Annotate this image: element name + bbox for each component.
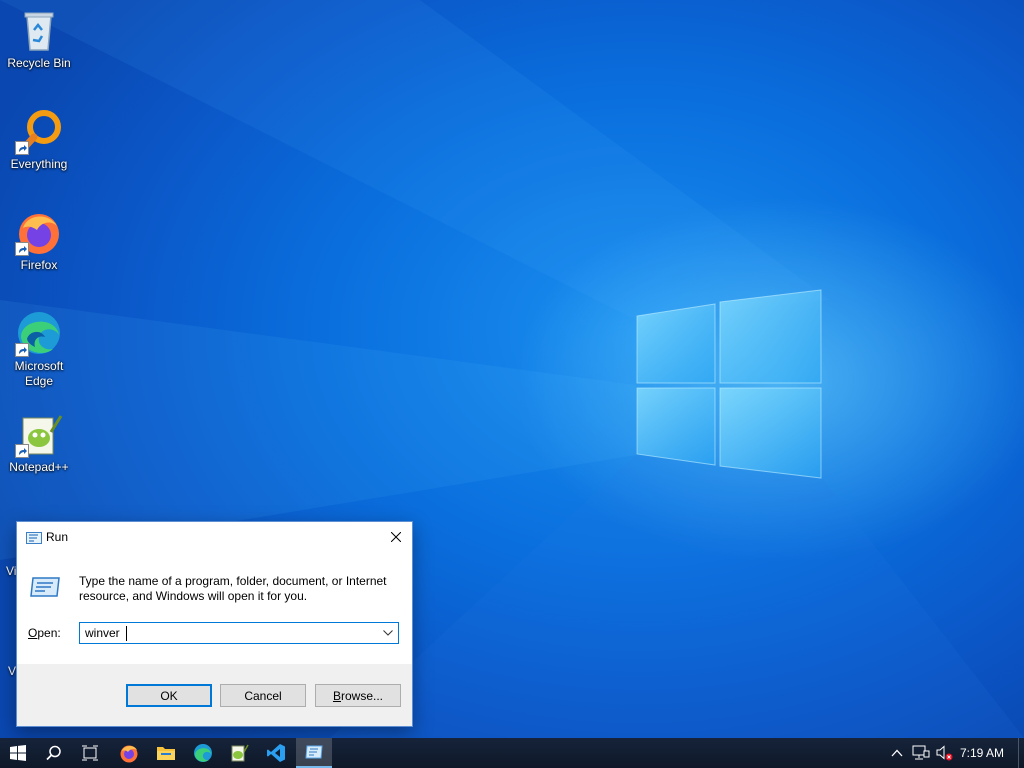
start-icon: [10, 745, 26, 761]
firefox-icon: [120, 745, 138, 763]
shortcut-arrow-icon: [15, 444, 29, 458]
desktop-icon-label: Microsoft Edge: [14, 359, 64, 388]
volume-muted-icon: [936, 745, 953, 761]
desktop-icon-firefox[interactable]: Firefox: [4, 202, 74, 273]
run-dialog: Run Type the name of a program, folder, …: [16, 521, 413, 727]
desktop-icon-label: Everything: [10, 157, 68, 171]
network-button[interactable]: [910, 738, 932, 768]
browse-button[interactable]: Browse...: [315, 684, 401, 707]
chevron-down-icon: [383, 630, 393, 636]
cancel-button[interactable]: Cancel: [220, 684, 306, 707]
run-titlebar[interactable]: Run: [17, 522, 412, 552]
desktop-icon-microsoft-edge[interactable]: Microsoft Edge: [4, 303, 74, 389]
dropdown-button[interactable]: [378, 623, 398, 643]
desktop-icon-recycle-bin[interactable]: Recycle Bin: [4, 0, 74, 71]
browse-label: rowse...: [341, 688, 384, 703]
everything-search-icon: [15, 107, 63, 155]
desktop-icon-notepad-plus-plus[interactable]: Notepad++: [4, 404, 74, 475]
recycle-bin-icon: [15, 6, 63, 54]
taskbar-edge[interactable]: [185, 738, 221, 768]
open-label: Open:: [28, 626, 61, 640]
notepad-plus-plus-icon: [15, 410, 63, 458]
open-input[interactable]: winver: [85, 626, 120, 640]
partial-desktop-label: V: [8, 664, 17, 678]
taskbar: 7:19 AM: [0, 738, 1024, 768]
ok-button[interactable]: OK: [126, 684, 212, 707]
run-icon: [26, 531, 42, 544]
task-view-button[interactable]: [72, 738, 108, 768]
chevron-up-icon: [891, 749, 903, 757]
dialog-title: Run: [46, 530, 69, 544]
taskbar-run[interactable]: [296, 738, 332, 768]
edge-icon: [194, 744, 212, 762]
taskbar-vscode[interactable]: [258, 738, 294, 768]
open-label-accelerator: O: [28, 626, 38, 640]
desktop-icon-label: Notepad++: [9, 460, 69, 474]
run-icon: [305, 745, 323, 759]
open-label-text: pen:: [37, 626, 61, 640]
open-combobox[interactable]: winver: [79, 622, 399, 644]
shortcut-arrow-icon: [15, 242, 29, 256]
taskbar-file-explorer[interactable]: [148, 738, 184, 768]
search-button[interactable]: [36, 738, 72, 768]
taskbar-notepad-plus-plus[interactable]: [221, 738, 257, 768]
desktop-icon-everything[interactable]: Everything: [4, 101, 74, 172]
start-button[interactable]: [0, 738, 36, 768]
shortcut-arrow-icon: [15, 343, 29, 357]
browse-accelerator: B: [332, 688, 341, 703]
show-hidden-icons-button[interactable]: [887, 738, 907, 768]
volume-button[interactable]: [934, 738, 956, 768]
file-explorer-icon: [157, 747, 175, 760]
desktop-icon-label: Recycle Bin: [7, 56, 71, 70]
edge-icon: [15, 309, 63, 357]
close-button[interactable]: [380, 522, 412, 552]
close-icon: [391, 532, 401, 542]
network-icon: [912, 745, 930, 760]
desktop-icon-label: Firefox: [20, 258, 58, 272]
run-description: Type the name of a program, folder, docu…: [79, 574, 387, 603]
show-desktop-button[interactable]: [1018, 738, 1024, 768]
shortcut-arrow-icon: [15, 141, 29, 155]
vscode-icon: [267, 744, 285, 762]
text-cursor: [126, 626, 127, 641]
taskbar-firefox[interactable]: [111, 738, 147, 768]
notepad-plus-plus-icon: [231, 744, 249, 762]
firefox-icon: [15, 208, 63, 256]
run-program-icon: [29, 576, 61, 598]
search-icon: [46, 745, 61, 761]
task-view-icon: [82, 745, 98, 761]
clock[interactable]: 7:19 AM: [960, 746, 1004, 760]
partial-desktop-label: Vi: [6, 564, 17, 578]
